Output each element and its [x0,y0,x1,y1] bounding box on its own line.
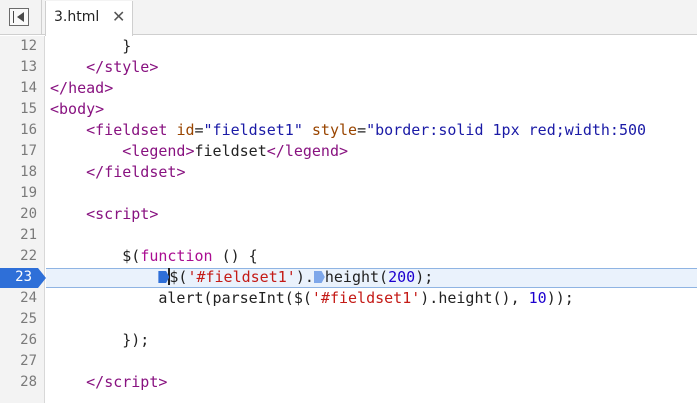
tag-bracket: < [86,205,96,223]
code-editor[interactable]: } </style> </head> <body> <fieldset id="… [46,36,697,403]
tag-name: legend [131,142,186,160]
tag-name: script [104,373,159,391]
collapse-left-icon [17,12,24,22]
line-number[interactable]: 17 [0,141,45,162]
code-line-17: <legend>fieldset</legend> [50,141,348,162]
code-token: ). [295,268,314,286]
tag-bracket: < [122,142,132,160]
tab-bar-divider [41,0,42,35]
code-line-24: alert(parseInt($('#fieldset1').height(),… [50,288,574,309]
line-number[interactable]: 16 [0,120,45,141]
code-line-26: }); [50,330,149,351]
tab-bar: 3.html ✕ [0,0,697,36]
tag-name: fieldset [95,121,168,139]
tag-name: head [68,79,105,97]
tag-bracket: < [50,100,60,118]
tab-3-html[interactable]: 3.html ✕ [45,1,133,36]
tag-bracket: > [95,100,105,118]
code-line-16: <fieldset id="fieldset1" style="border:s… [50,120,646,141]
line-number[interactable]: 28 [0,372,45,393]
code-token: () { [212,247,258,265]
attribute-value: "fieldset1" [203,121,303,139]
code-line-12: } [50,36,131,57]
tab-title: 3.html [54,9,100,25]
code-line-22: $(function () { [50,246,258,267]
tag-bracket: > [176,163,186,181]
code-token: alert(parseInt($( [158,289,312,307]
inline-breakpoint-icon[interactable] [313,271,325,283]
tag-bracket: > [149,205,159,223]
line-number[interactable]: 27 [0,351,45,372]
close-icon[interactable]: ✕ [112,7,125,26]
tag-name: style [104,58,150,76]
line-number[interactable]: 13 [0,57,45,78]
line-number[interactable]: 24 [0,288,45,309]
code-line-14: </head> [50,78,113,99]
keyword: function [140,247,213,265]
tag-bracket: </ [86,163,105,181]
line-number[interactable]: 26 [0,330,45,351]
brace: } [122,37,132,55]
line-number-active: 23 [15,269,32,285]
code-token: $( [122,247,141,265]
code-line-18: </fieldset> [50,162,185,183]
tag-bracket: > [339,142,349,160]
tag-name: fieldset [104,163,177,181]
tag-bracket: > [185,142,195,160]
code-token: ); [415,268,434,286]
tag-bracket: </ [50,79,69,97]
code-token: )); [546,289,574,307]
tag-bracket: > [104,79,114,97]
tag-bracket: > [158,373,168,391]
attribute-value: "border:solid 1px red;width:500 [366,121,647,139]
tag-bracket: > [149,58,159,76]
string: '#fieldset1' [187,268,296,286]
tag-bracket: < [86,121,96,139]
equals-sign: = [194,121,204,139]
number: 200 [388,268,416,286]
code-line-13: </style> [50,57,158,78]
equals-sign: = [357,121,367,139]
line-number[interactable]: 14 [0,78,45,99]
code-line-15: <body> [50,99,104,120]
string: '#fieldset1' [311,289,421,307]
line-number[interactable]: 15 [0,99,45,120]
line-number[interactable]: 19 [0,183,45,204]
tag-name: body [59,100,96,118]
tag-name: legend [284,142,339,160]
line-number[interactable]: 21 [0,225,45,246]
tag-bracket: </ [266,142,285,160]
tag-bracket: </ [86,58,105,76]
code-line-20: <script> [50,204,158,225]
code-line-23: $('#fieldset1'). height(200); [50,267,433,288]
code-token: }); [122,331,150,349]
line-number[interactable]: 18 [0,162,45,183]
code-line-28: </script> [50,372,167,393]
tag-name: script [95,205,150,223]
line-number[interactable]: 12 [0,36,45,57]
line-number[interactable]: 25 [0,309,45,330]
code-token: ).height(), [420,289,529,307]
line-number-gutter[interactable]: 12 13 14 15 16 17 18 19 20 21 22 23 24 2… [0,36,46,403]
code-token: height( [324,268,389,286]
code-token: $( [169,268,188,286]
number: 10 [528,289,547,307]
line-number[interactable]: 22 [0,246,45,267]
attribute-name: id [176,121,195,139]
toggle-navigator-button[interactable] [9,8,29,26]
text-content: fieldset [194,142,267,160]
breakpoint-marker[interactable]: 23 [0,268,46,288]
tag-bracket: </ [86,373,105,391]
attribute-name: style [311,121,358,139]
line-number[interactable]: 20 [0,204,45,225]
panel-bar-icon [13,11,14,23]
